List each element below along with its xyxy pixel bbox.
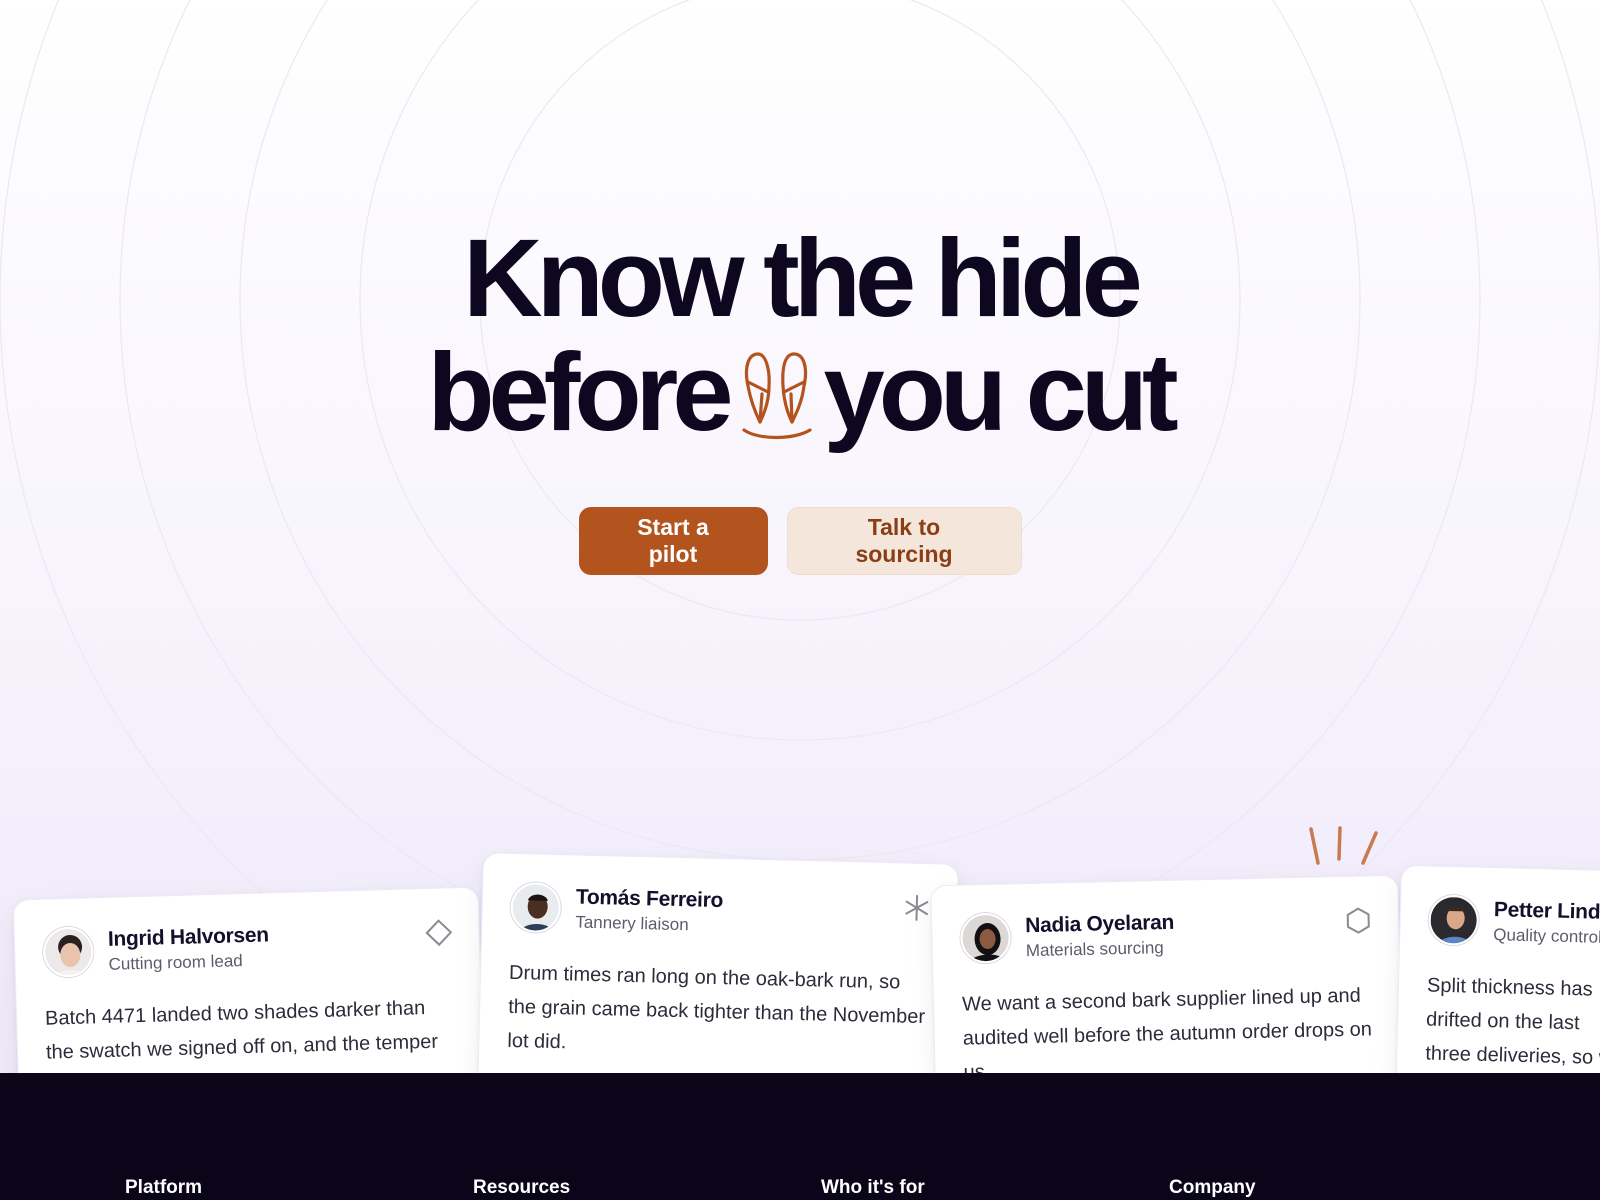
avatar (42, 926, 94, 978)
hero-title-line-1: Know the hide (463, 217, 1143, 340)
testimonial-quote: Drum times ran long on the oak-bark run,… (507, 961, 926, 1054)
author-name: Tomás Ferreiro (575, 885, 724, 913)
avatar (510, 881, 562, 934)
hero-title-before: before (427, 331, 733, 454)
diamond-outline-icon (425, 919, 453, 947)
hero-title-line-2: before you cut (0, 336, 1600, 450)
testimonial-card: Tomás Ferreiro Tannery liaison Drum time… (477, 852, 959, 1104)
footer-heading-platform[interactable]: Platform (125, 1177, 473, 1199)
footer-columns: Platform Resources Who it's for Company (125, 1177, 1517, 1199)
footer-heading-who-its-for[interactable]: Who it's for (821, 1177, 1169, 1199)
author-name: Nadia Oyelaran (1025, 910, 1175, 938)
author-role: Quality control (1493, 925, 1600, 947)
footer-heading-resources[interactable]: Resources (473, 1177, 821, 1199)
hero-title: Know the hide before you cut (0, 222, 1600, 450)
avatar (1428, 894, 1480, 946)
asterisk-icon (905, 894, 929, 921)
start-pilot-button[interactable]: Start a pilot (578, 507, 768, 575)
hexagon-outline-icon (1346, 907, 1370, 934)
hero-title-after: you cut (823, 331, 1179, 454)
author-name: Petter Lind (1493, 898, 1600, 924)
sparkle-lines-icon (1309, 826, 1378, 865)
author-role: Tannery liaison (575, 912, 689, 935)
footer-heading-company[interactable]: Company (1169, 1177, 1517, 1199)
site-footer: Platform Resources Who it's for Company (0, 1073, 1600, 1200)
leather-tongs-icon (741, 352, 812, 440)
avatar (959, 912, 1012, 964)
talk-to-sourcing-button[interactable]: Talk to sourcing (786, 507, 1022, 575)
author-role: Cutting room lead (108, 951, 243, 974)
author-name: Ingrid Halvorsen (107, 923, 270, 951)
author-role: Materials sourcing (1025, 938, 1164, 961)
cta-row: Start a pilot Talk to sourcing (0, 507, 1600, 575)
